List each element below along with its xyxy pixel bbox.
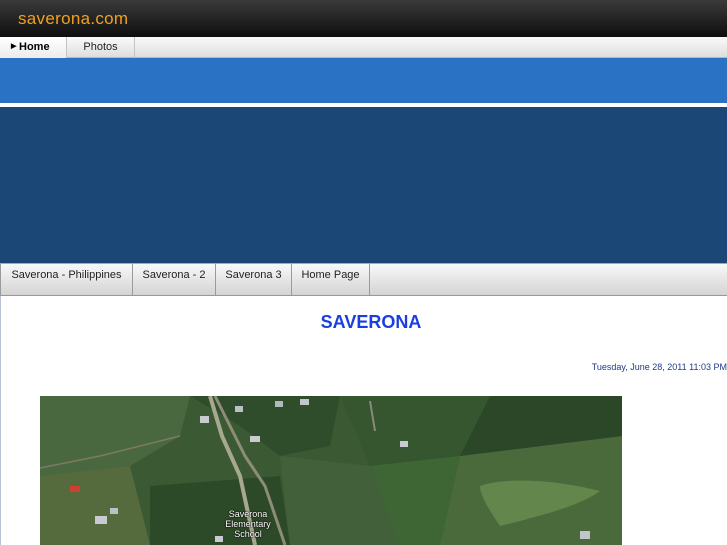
sub-nav: Saverona - Philippines Saverona - 2 Save… [0,263,727,296]
site-header: saverona.com [0,0,727,37]
map-place-label: Saverona Elementary School [218,509,278,539]
nav-item-label: Home [19,41,50,53]
main-nav: ▶ Home Photos [0,37,727,58]
site-title[interactable]: saverona.com [18,9,128,29]
satellite-map-image: Saverona Elementary School [40,396,622,545]
banner-top [0,58,727,103]
map-label-line: School [234,529,262,539]
subnav-item-saverona-3[interactable]: Saverona 3 [216,264,292,295]
map-label-line: Saverona [228,509,268,519]
active-arrow-icon: ▶ [11,43,17,50]
subnav-item-home-page[interactable]: Home Page [292,264,370,295]
page-title: SAVERONA [320,312,422,332]
banner-main [0,107,727,263]
map-label-line: Elementary [225,519,271,529]
subnav-item-saverona-philippines[interactable]: Saverona - Philippines [0,264,133,295]
subnav-item-saverona-2[interactable]: Saverona - 2 [133,264,216,295]
map-imagery [40,396,622,545]
nav-item-home[interactable]: ▶ Home [0,37,67,58]
nav-item-photos[interactable]: Photos [67,37,135,58]
date-stamp: Tuesday, June 28, 2011 11:03 PM [591,362,727,372]
